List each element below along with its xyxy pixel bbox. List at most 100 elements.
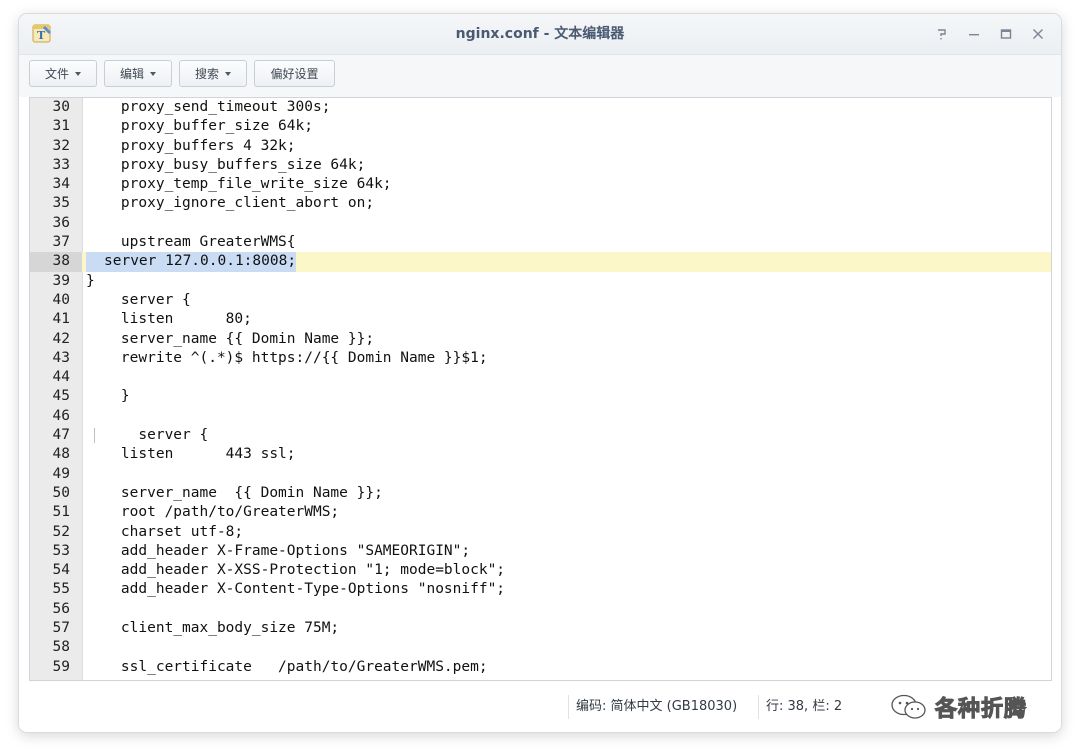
code-line[interactable]: 43 rewrite ^(.*)$ https://{{ Domin Name … xyxy=(30,349,1051,368)
line-text[interactable]: add_header X-Content-Type-Options "nosni… xyxy=(86,580,505,599)
line-number: 51 xyxy=(52,504,70,521)
line-text[interactable]: server 127.0.0.1:8008; xyxy=(104,252,297,272)
line-text[interactable]: } xyxy=(86,387,130,406)
watermark: 各种折腾 xyxy=(889,691,1027,723)
title-bar[interactable]: T nginx.conf - 文本编辑器 xyxy=(19,14,1061,55)
line-text[interactable]: charset utf-8; xyxy=(86,523,243,542)
line-text[interactable]: add_header X-XSS-Protection "1; mode=blo… xyxy=(86,561,505,580)
maximize-icon xyxy=(1000,29,1012,39)
code-line[interactable]: 57 client_max_body_size 75M; xyxy=(30,619,1051,638)
line-number: 58 xyxy=(52,639,70,656)
code-line[interactable]: 54 add_header X-XSS-Protection "1; mode=… xyxy=(30,561,1051,580)
close-button[interactable] xyxy=(1029,25,1047,43)
chevron-down-icon xyxy=(225,71,231,76)
line-text[interactable]: listen 443 ssl; xyxy=(86,445,296,464)
line-number: 30 xyxy=(52,99,70,115)
code-line[interactable]: 37 upstream GreaterWMS{ xyxy=(30,233,1051,252)
line-text[interactable]: root /path/to/GreaterWMS; xyxy=(86,503,339,522)
line-number: 50 xyxy=(52,484,70,501)
close-icon xyxy=(1033,29,1043,39)
line-text[interactable]: server_name {{ Domin Name }}; xyxy=(86,484,383,503)
line-number: 33 xyxy=(52,156,70,173)
search-menu-button[interactable]: 搜索 xyxy=(179,60,247,87)
code-line[interactable]: 42 server_name {{ Domin Name }}; xyxy=(30,330,1051,349)
line-number: 32 xyxy=(52,137,70,154)
edit-menu-label: 编辑 xyxy=(119,67,144,81)
code-line[interactable]: 32 proxy_buffers 4 32k; xyxy=(30,137,1051,156)
line-number: 43 xyxy=(52,349,70,366)
line-number: 37 xyxy=(52,234,70,251)
line-number: 57 xyxy=(52,620,70,637)
code-line[interactable]: 53 add_header X-Frame-Options "SAMEORIGI… xyxy=(30,542,1051,561)
line-text[interactable]: upstream GreaterWMS{ xyxy=(86,233,296,252)
line-text[interactable]: add_header X-Frame-Options "SAMEORIGIN"; xyxy=(86,542,470,561)
minimize-button[interactable] xyxy=(965,25,983,43)
edit-menu-button[interactable]: 编辑 xyxy=(104,60,172,87)
line-number: 47 xyxy=(52,427,70,444)
selection-highlight xyxy=(86,252,104,272)
line-number: 35 xyxy=(52,195,70,212)
line-number: 48 xyxy=(52,446,70,463)
code-line[interactable]: 51 root /path/to/GreaterWMS; xyxy=(30,503,1051,522)
code-line[interactable]: 35 proxy_ignore_client_abort on; xyxy=(30,194,1051,213)
help-button[interactable] xyxy=(933,25,951,43)
line-text[interactable]: } xyxy=(86,272,95,291)
code-line[interactable]: 33 proxy_busy_buffers_size 64k; xyxy=(30,156,1051,175)
line-text[interactable]: server { xyxy=(86,426,208,445)
line-number: 53 xyxy=(52,542,70,559)
line-text[interactable]: proxy_temp_file_write_size 64k; xyxy=(86,175,392,194)
code-line[interactable]: 38 server 127.0.0.1:8008; xyxy=(30,252,1051,272)
minimize-icon xyxy=(969,34,979,36)
text-editor-window: T nginx.conf - 文本编辑器 文件 编辑 搜索 偏好设置 30 pr… xyxy=(19,14,1061,732)
line-number: 54 xyxy=(52,562,70,579)
code-line[interactable]: 46 xyxy=(30,407,1051,426)
code-line[interactable]: 45 } xyxy=(30,387,1051,406)
encoding-status[interactable]: 编码: 简体中文 (GB18030) xyxy=(568,695,737,719)
code-line[interactable]: 55 add_header X-Content-Type-Options "no… xyxy=(30,580,1051,599)
code-editor[interactable]: 30 proxy_send_timeout 300s; 31 proxy_buff… xyxy=(29,97,1052,681)
code-line[interactable]: 58 xyxy=(30,638,1051,657)
toolbar: 文件 编辑 搜索 偏好设置 xyxy=(19,55,1061,97)
code-line[interactable]: 36 xyxy=(30,214,1051,233)
line-text[interactable]: proxy_ignore_client_abort on; xyxy=(86,194,374,213)
code-line[interactable]: 31 proxy_buffer_size 64k; xyxy=(30,117,1051,136)
code-line[interactable]: 50 server_name {{ Domin Name }}; xyxy=(30,484,1051,503)
line-number: 42 xyxy=(52,330,70,347)
line-number: 38 xyxy=(30,252,82,272)
search-menu-label: 搜索 xyxy=(194,67,219,81)
line-text[interactable]: proxy_send_timeout 300s; xyxy=(86,98,331,117)
maximize-button[interactable] xyxy=(997,25,1015,43)
code-line[interactable]: 48 listen 443 ssl; xyxy=(30,445,1051,464)
code-line[interactable]: 52 charset utf-8; xyxy=(30,523,1051,542)
preferences-button[interactable]: 偏好设置 xyxy=(254,60,335,87)
line-text[interactable]: ssl_certificate /path/to/GreaterWMS.pem; xyxy=(86,658,488,677)
line-number: 55 xyxy=(52,581,70,598)
code-line[interactable]: 34 proxy_temp_file_write_size 64k; xyxy=(30,175,1051,194)
code-line[interactable]: 56 xyxy=(30,600,1051,619)
code-line[interactable]: 39} xyxy=(30,272,1051,291)
status-bar: 编码: 简体中文 (GB18030) 行: 38, 栏: 2 各种折腾 xyxy=(19,681,1061,732)
code-line[interactable]: 44 xyxy=(30,368,1051,387)
line-text[interactable]: proxy_buffers 4 32k; xyxy=(86,137,296,156)
code-line[interactable]: 30 proxy_send_timeout 300s; xyxy=(30,98,1051,117)
line-text[interactable]: proxy_busy_buffers_size 64k; xyxy=(86,156,365,175)
code-line[interactable]: 59 ssl_certificate /path/to/GreaterWMS.p… xyxy=(30,658,1051,677)
line-text[interactable]: listen 80; xyxy=(86,310,252,329)
line-number: 56 xyxy=(52,600,70,617)
code-lines[interactable]: 30 proxy_send_timeout 300s; 31 proxy_buff… xyxy=(30,98,1051,677)
code-line[interactable]: 47 server { xyxy=(30,426,1051,445)
line-text[interactable]: rewrite ^(.*)$ https://{{ Domin Name }}$… xyxy=(86,349,488,368)
line-text[interactable]: server { xyxy=(86,291,191,310)
code-line[interactable]: 40 server { xyxy=(30,291,1051,310)
line-number: 44 xyxy=(52,369,70,386)
line-number: 45 xyxy=(52,388,70,405)
file-menu-button[interactable]: 文件 xyxy=(29,60,97,87)
line-text[interactable]: server_name {{ Domin Name }}; xyxy=(86,330,374,349)
code-line[interactable]: 49 xyxy=(30,465,1051,484)
line-text[interactable]: client_max_body_size 75M; xyxy=(86,619,339,638)
line-number: 39 xyxy=(52,272,70,289)
line-number: 52 xyxy=(52,523,70,540)
line-text[interactable]: proxy_buffer_size 64k; xyxy=(86,117,313,136)
code-line[interactable]: 41 listen 80; xyxy=(30,310,1051,329)
indent-guide xyxy=(94,428,95,444)
